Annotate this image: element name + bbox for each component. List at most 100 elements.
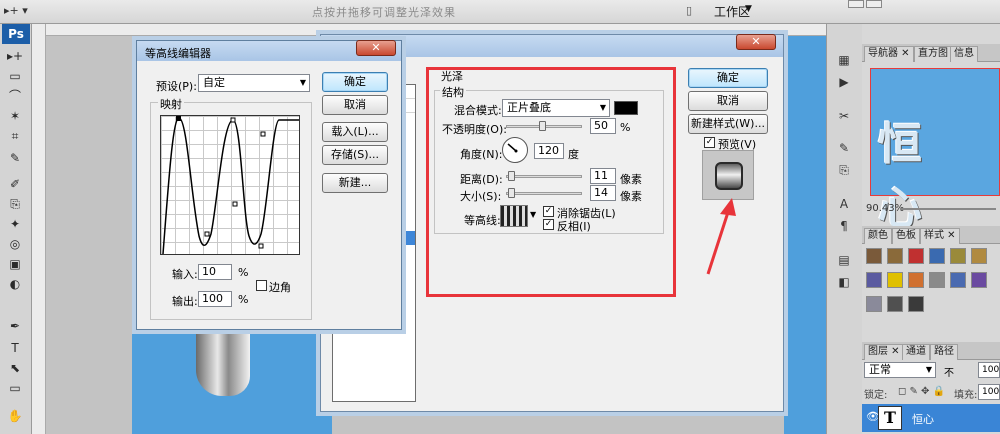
contour-graph[interactable] [160, 115, 300, 255]
angle-input[interactable]: 120 [534, 143, 564, 159]
actions-icon[interactable]: ▶ [836, 74, 852, 90]
tool-preset-picker[interactable]: ▸+ ▾ [4, 4, 34, 20]
zoom-slider[interactable] [900, 208, 996, 210]
layer-style-cancel-button[interactable]: 取消 [688, 91, 768, 111]
contour-cancel-button[interactable]: 取消 [322, 95, 388, 115]
adjustments-icon[interactable]: ◧ [836, 274, 852, 290]
window-minimize-button[interactable] [848, 0, 864, 8]
invert-label: 反相(I) [557, 220, 591, 233]
distance-input[interactable]: 11 [590, 168, 616, 184]
tab-navigator[interactable]: 导航器 ✕ [864, 46, 914, 62]
style-swatch[interactable] [929, 248, 945, 264]
magic-wand-tool-icon[interactable]: ✶ [4, 108, 26, 124]
fill-label: 填充: [954, 390, 978, 401]
tab-layers[interactable]: 图层 ✕ [864, 344, 904, 360]
style-swatch[interactable] [908, 296, 924, 312]
anti-alias-checkbox[interactable]: ✓ [543, 206, 554, 217]
healing-brush-tool-icon[interactable]: ✐ [4, 176, 26, 192]
window-maximize-button[interactable] [866, 0, 882, 8]
style-swatch[interactable] [908, 248, 924, 264]
chevron-down-icon[interactable]: ▼ [745, 4, 752, 14]
preset-select[interactable]: 自定 ▼ [198, 74, 310, 92]
preview-checkbox[interactable]: ✓ [704, 137, 715, 148]
layer-opacity-input[interactable]: 100 [978, 362, 1000, 378]
style-swatch[interactable] [971, 248, 987, 264]
type-tool-icon[interactable]: T [4, 340, 26, 356]
output-percent: % [238, 293, 249, 306]
lasso-tool-icon[interactable]: ⌒ [4, 88, 26, 104]
tab-color[interactable]: 颜色 [864, 228, 892, 244]
style-swatch[interactable] [887, 272, 903, 288]
clone-stamp-tool-icon[interactable]: ⎘ [4, 196, 26, 212]
marquee-tool-icon[interactable]: ▭ [4, 68, 26, 84]
size-slider-track[interactable] [506, 192, 582, 195]
size-slider-thumb[interactable] [508, 188, 515, 198]
layer-blend-mode-select[interactable]: 正常 ▼ [864, 362, 936, 378]
new-style-button[interactable]: 新建样式(W)... [688, 114, 768, 134]
opacity-input[interactable]: 50 [590, 118, 616, 134]
tab-channels[interactable]: 通道 [902, 344, 930, 360]
crop-tool-icon[interactable]: ⌗ [4, 128, 26, 144]
layer-style-ok-button[interactable]: 确定 [688, 68, 768, 88]
style-swatch[interactable] [950, 248, 966, 264]
style-swatch[interactable] [866, 248, 882, 264]
shape-tool-icon[interactable]: ▭ [4, 380, 26, 396]
dodge-tool-icon[interactable]: ◐ [4, 276, 26, 292]
style-swatch[interactable] [887, 296, 903, 312]
opacity-slider-thumb[interactable] [539, 121, 546, 131]
chevron-down-icon[interactable]: ▼ [530, 210, 536, 219]
contour-load-button[interactable]: 载入(L)... [322, 122, 388, 142]
layer-style-close-button[interactable]: ✕ [736, 34, 776, 50]
history-icon[interactable]: ▦ [836, 52, 852, 68]
tab-histogram[interactable]: 直方图 [914, 46, 952, 62]
style-swatch[interactable] [866, 296, 882, 312]
tab-info[interactable]: 信息 [950, 46, 978, 62]
layer-fill-input[interactable]: 100 [978, 384, 1000, 400]
tab-styles[interactable]: 样式 ✕ [920, 228, 960, 244]
output-value-field[interactable]: 100 [198, 291, 232, 307]
style-preview [702, 150, 754, 200]
zoom-value[interactable]: 90.43% [866, 203, 904, 214]
eraser-tool-icon[interactable]: ◎ [4, 236, 26, 252]
layer-name[interactable]: 恒心 [912, 411, 934, 427]
tab-paths[interactable]: 路径 [930, 344, 958, 360]
invert-checkbox[interactable]: ✓ [543, 219, 554, 230]
brush-icon[interactable]: ✎ [836, 140, 852, 156]
size-input[interactable]: 14 [590, 185, 616, 201]
contour-ok-button[interactable]: 确定 [322, 72, 388, 92]
corner-checkbox[interactable] [256, 280, 267, 291]
input-value-field[interactable]: 10 [198, 264, 232, 280]
style-swatch[interactable] [971, 272, 987, 288]
blend-mode-select[interactable]: 正片叠底 ▼ [502, 99, 610, 117]
distance-slider-thumb[interactable] [508, 171, 515, 181]
history-brush-tool-icon[interactable]: ✦ [4, 216, 26, 232]
ps-logo: Ps [2, 24, 30, 44]
style-swatch[interactable] [950, 272, 966, 288]
tab-swatches[interactable]: 色板 [892, 228, 920, 244]
contour-editor-close-button[interactable]: ✕ [356, 40, 396, 56]
tools-icon[interactable]: ✂ [836, 108, 852, 124]
pen-tool-icon[interactable]: ✒ [4, 318, 26, 334]
eyedropper-tool-icon[interactable]: ✎ [4, 150, 26, 166]
style-swatch[interactable] [929, 272, 945, 288]
satin-color-swatch[interactable] [614, 101, 638, 115]
style-swatch[interactable] [887, 248, 903, 264]
layer-comps-icon[interactable]: ▤ [836, 252, 852, 268]
canvas-blue-edge [784, 36, 826, 434]
style-swatch[interactable] [866, 272, 882, 288]
contour-save-button[interactable]: 存储(S)... [322, 145, 388, 165]
character-icon[interactable]: A [836, 196, 852, 212]
lock-icons[interactable]: ◻ ✎ ✥ 🔒 [898, 386, 945, 397]
paragraph-icon[interactable]: ¶ [836, 218, 852, 234]
hand-tool-icon[interactable]: ✋ [4, 408, 26, 424]
clone-icon[interactable]: ⎘ [836, 162, 852, 178]
move-tool-icon[interactable]: ▸+ [4, 48, 26, 64]
contour-thumbnail[interactable] [500, 205, 528, 227]
angle-dial[interactable] [502, 137, 528, 163]
path-selection-tool-icon[interactable]: ⬉ [4, 360, 26, 376]
contour-new-button[interactable]: 新建... [322, 173, 388, 193]
workspace-icon[interactable]: ▯ [686, 4, 696, 17]
gradient-tool-icon[interactable]: ▣ [4, 256, 26, 272]
distance-slider-track[interactable] [506, 175, 582, 178]
style-swatch[interactable] [908, 272, 924, 288]
